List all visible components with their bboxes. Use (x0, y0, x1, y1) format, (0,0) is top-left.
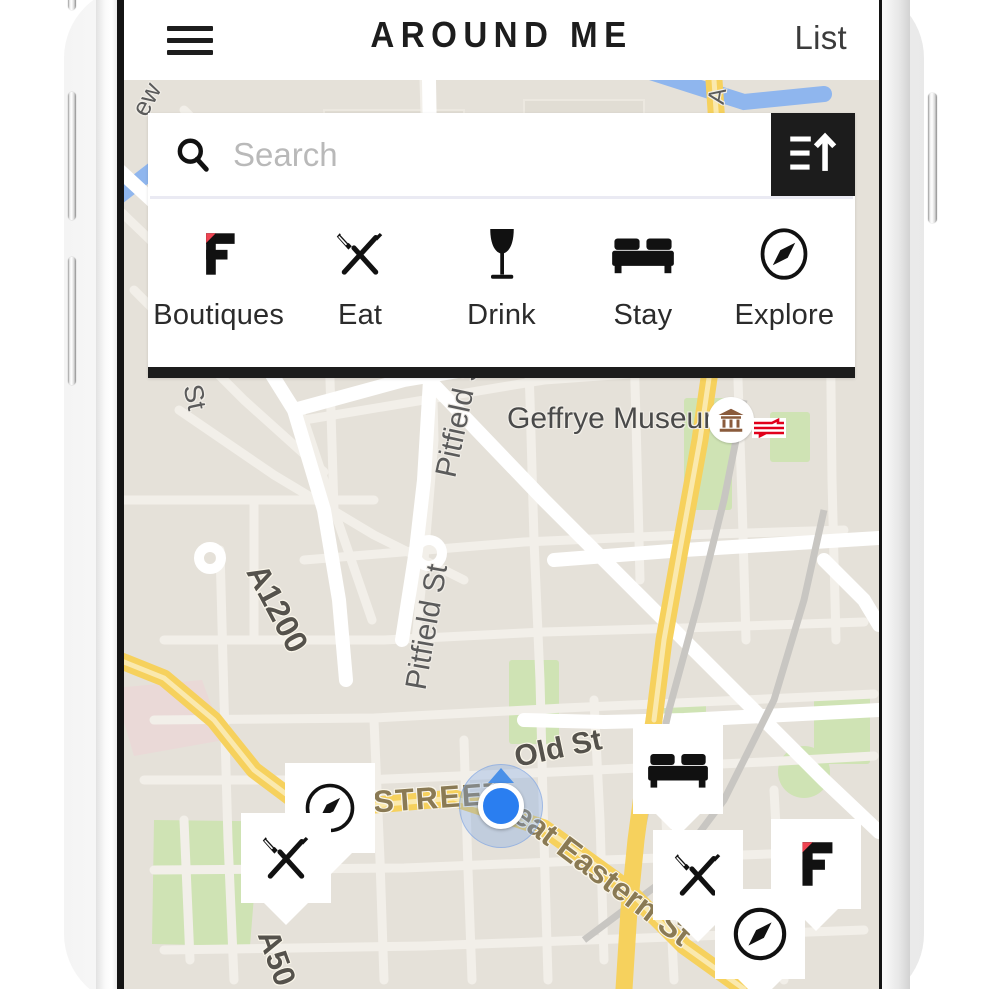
screenshot-scene: ew A Crops... St Geffrye Museum (0, 0, 989, 989)
search-icon (174, 136, 212, 174)
category-stay[interactable]: Stay (572, 221, 713, 367)
sort-button[interactable] (771, 113, 855, 196)
category-label: Stay (613, 299, 673, 331)
national-rail-icon (752, 417, 786, 443)
category-bar: Boutiques Eat Drink Stay Explore (148, 199, 855, 367)
wine-glass-icon (482, 221, 522, 287)
phone-screen: ew A Crops... St Geffrye Museum (124, 0, 879, 989)
volume-down-button[interactable] (68, 257, 76, 385)
panel-footer-bar (148, 367, 855, 378)
map-marker-explore-2[interactable] (715, 889, 805, 979)
compass-icon (756, 221, 812, 287)
map-marker-eat-1[interactable] (241, 813, 331, 903)
bed-icon (611, 221, 675, 287)
power-button[interactable] (928, 93, 937, 223)
category-drink[interactable]: Drink (431, 221, 572, 367)
category-label: Explore (734, 299, 835, 331)
list-view-button[interactable]: List (794, 19, 847, 57)
search-panel: Boutiques (148, 113, 855, 378)
search-row (148, 113, 855, 196)
mute-switch-button[interactable] (68, 0, 76, 10)
poi-label-geffrye-museum: Geffrye Museum (507, 402, 729, 435)
museum-icon[interactable] (708, 397, 754, 443)
map-marker-stay-1[interactable] (633, 724, 723, 814)
current-location-indicator (459, 764, 543, 848)
search-input[interactable] (233, 127, 793, 183)
category-label: Eat (338, 299, 383, 331)
category-label: Boutiques (153, 299, 285, 331)
category-eat[interactable]: Eat (289, 221, 430, 367)
fork-knife-icon (331, 221, 389, 287)
location-heading-arrow (488, 768, 514, 783)
category-boutiques[interactable]: Boutiques (148, 221, 289, 367)
app-header: AROUND ME List (124, 0, 879, 80)
page-title: AROUND ME (370, 14, 633, 55)
category-explore[interactable]: Explore (714, 221, 855, 367)
location-dot (478, 783, 524, 829)
f-logo-icon (196, 221, 242, 287)
category-label: Drink (467, 299, 536, 331)
volume-up-button[interactable] (68, 92, 76, 220)
